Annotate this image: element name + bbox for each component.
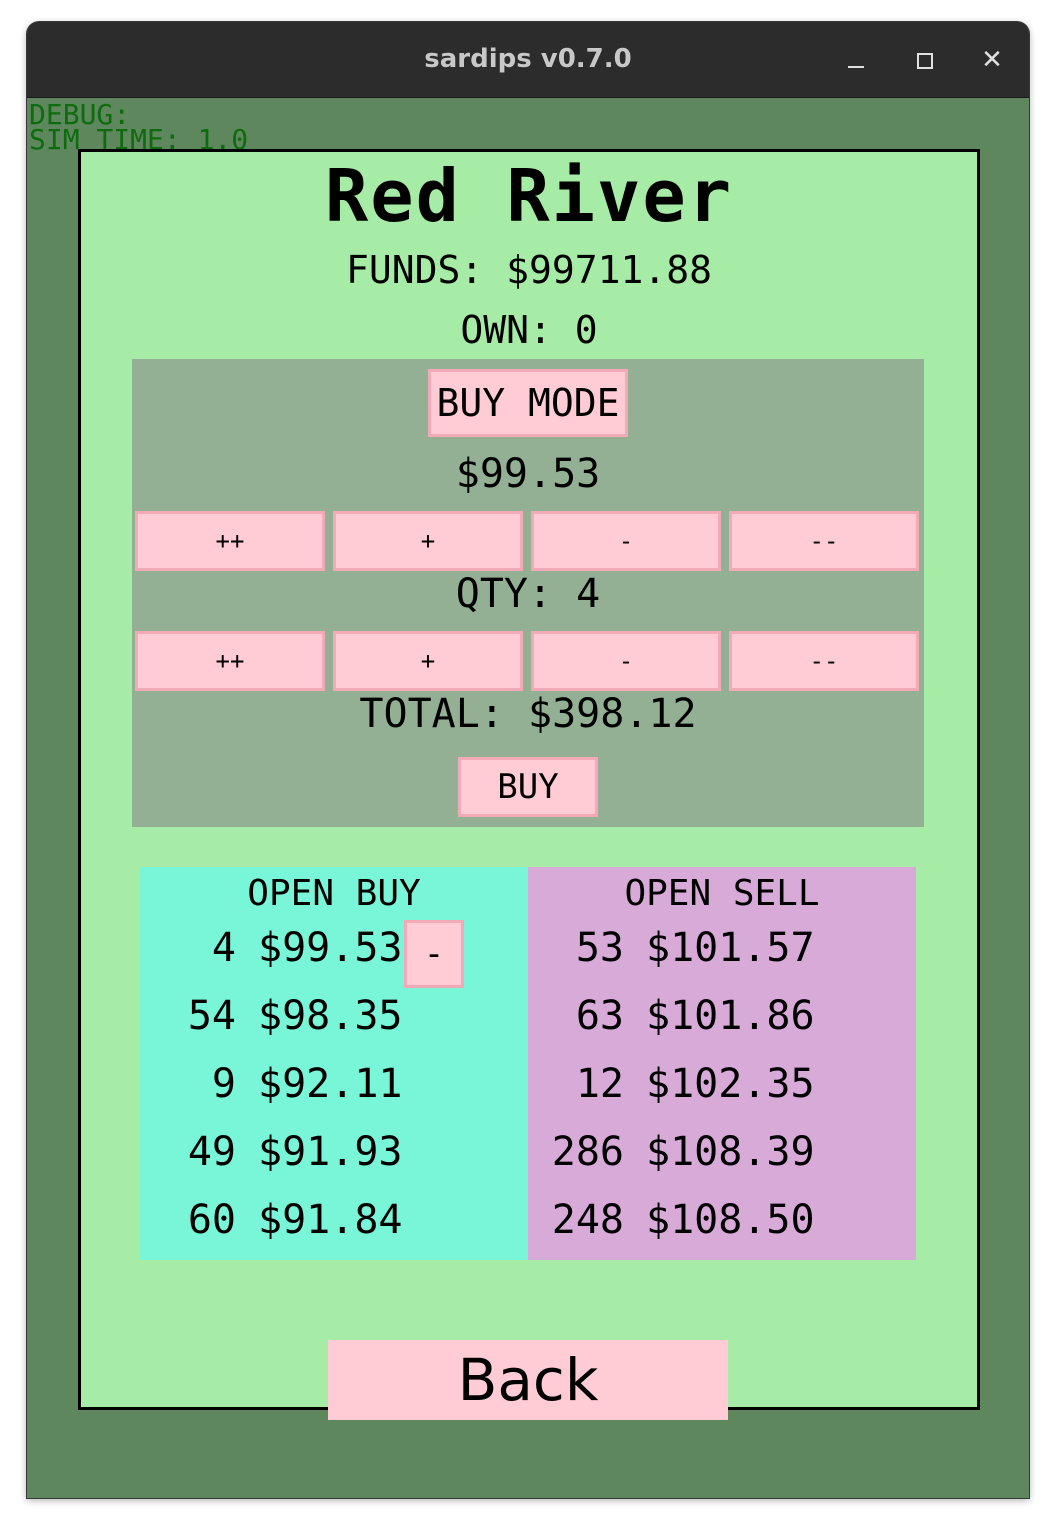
funds-readout: FUNDS: $99711.88 bbox=[345, 248, 713, 292]
sell-order-price: $102.35 bbox=[646, 1061, 815, 1107]
total-readout: TOTAL: $398.12 bbox=[359, 691, 697, 737]
maximize-button[interactable] bbox=[904, 40, 944, 80]
price-increase-button[interactable]: + bbox=[333, 511, 523, 571]
qty-increase-button[interactable]: + bbox=[333, 631, 523, 691]
app-window: sardips v0.7.0 ✕ DEBUG: SIM_TIME: 1.0 Re… bbox=[27, 22, 1029, 1498]
back-button[interactable]: Back bbox=[328, 1340, 728, 1420]
open-sell-orders: OPEN SELL 53 $101.57 63 $101.86 12 $102.… bbox=[528, 867, 916, 1260]
buy-order-price: $91.84 bbox=[258, 1197, 403, 1243]
open-buy-orders: OPEN BUY 4 $99.53 - 54 $98.35 9 $92.11 4… bbox=[140, 867, 528, 1260]
buy-order-price: $91.93 bbox=[258, 1129, 403, 1175]
price-decrease-large-button[interactable]: -- bbox=[729, 511, 919, 571]
price-decrease-button[interactable]: - bbox=[531, 511, 721, 571]
market-panel: Red River FUNDS: $99711.88 OWN: 0 BUY MO… bbox=[78, 149, 980, 1420]
minimize-icon bbox=[848, 66, 864, 68]
debug-overlay: DEBUG: SIM_TIME: 1.0 bbox=[29, 101, 248, 154]
own-readout: OWN: 0 bbox=[460, 308, 598, 352]
buy-order-qty: 54 bbox=[187, 993, 236, 1039]
buy-order-price: $99.53 bbox=[258, 925, 403, 971]
close-button[interactable]: ✕ bbox=[972, 40, 1012, 80]
minimize-button[interactable] bbox=[836, 40, 876, 80]
buy-order-price: $98.35 bbox=[258, 993, 403, 1039]
qty-decrease-large-button[interactable]: -- bbox=[729, 631, 919, 691]
close-icon: ✕ bbox=[981, 45, 1003, 75]
sell-order-qty: 286 bbox=[551, 1129, 624, 1175]
cancel-buy-order-button[interactable]: - bbox=[404, 920, 464, 988]
qty-decrease-button[interactable]: - bbox=[531, 631, 721, 691]
sell-order-price: $108.39 bbox=[646, 1129, 815, 1175]
sell-order-qty: 12 bbox=[575, 1061, 624, 1107]
window-title: sardips v0.7.0 bbox=[424, 44, 632, 74]
buy-order-qty: 49 bbox=[187, 1129, 236, 1175]
open-sell-heading: OPEN SELL bbox=[624, 873, 820, 914]
buy-order-qty: 9 bbox=[211, 1061, 236, 1107]
sell-order-qty: 63 bbox=[575, 993, 624, 1039]
buy-order-qty: 4 bbox=[211, 925, 236, 971]
buy-order-price: $92.11 bbox=[258, 1061, 403, 1107]
sell-order-price: $101.57 bbox=[646, 925, 815, 971]
market-name: Red River bbox=[324, 154, 734, 238]
sell-order-price: $108.50 bbox=[646, 1197, 815, 1243]
sell-order-qty: 53 bbox=[575, 925, 624, 971]
order-form: BUY MODE $99.53 ++ + - -- QTY: 4 ++ + - … bbox=[132, 359, 924, 827]
open-buy-heading: OPEN BUY bbox=[247, 873, 421, 914]
price-readout: $99.53 bbox=[455, 451, 601, 497]
price-increase-large-button[interactable]: ++ bbox=[135, 511, 325, 571]
qty-increase-large-button[interactable]: ++ bbox=[135, 631, 325, 691]
mode-toggle-button[interactable]: BUY MODE bbox=[428, 369, 628, 437]
sell-order-price: $101.86 bbox=[646, 993, 815, 1039]
buy-button[interactable]: BUY bbox=[458, 757, 598, 817]
qty-readout: QTY: 4 bbox=[455, 571, 601, 617]
title-bar: sardips v0.7.0 ✕ bbox=[27, 22, 1029, 98]
sell-order-qty: 248 bbox=[551, 1197, 624, 1243]
buy-order-qty: 60 bbox=[187, 1197, 236, 1243]
maximize-icon bbox=[917, 53, 933, 69]
